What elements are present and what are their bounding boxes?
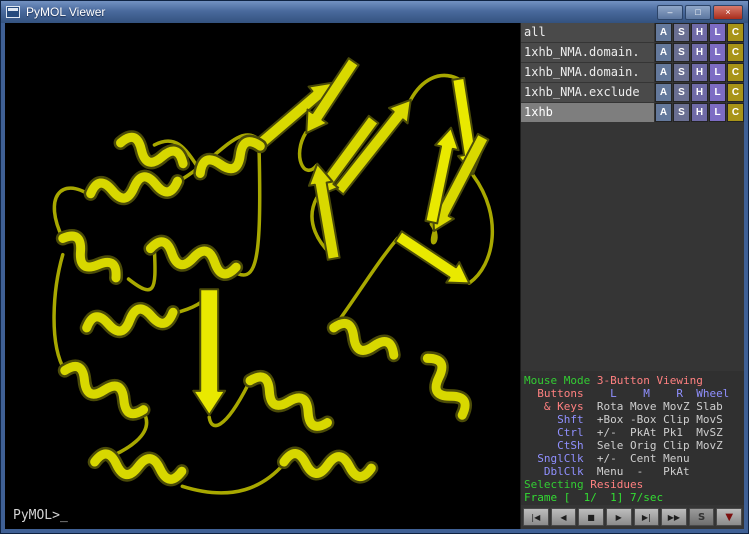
ctsh-label: CtSh: [524, 439, 590, 452]
object-name[interactable]: 1xhb_NMA.domain.: [521, 63, 654, 82]
main-content: PyMOL>_ all A S H L C 1xhb_NMA.domain. A…: [1, 23, 748, 533]
object-row: 1xhb_NMA.domain. A S H L C: [521, 43, 744, 62]
mouse-mode-value: 3-Button Viewing: [597, 374, 703, 387]
snglclk-values: +/- Cent Menu: [590, 452, 689, 465]
window-title: PyMOL Viewer: [26, 5, 105, 19]
app-icon: [6, 6, 20, 18]
action-menu-button[interactable]: A: [655, 43, 672, 62]
scene-button[interactable]: S: [689, 508, 715, 526]
ctrl-label: Ctrl: [524, 426, 590, 439]
show-menu-button[interactable]: S: [673, 63, 690, 82]
label-menu-button[interactable]: L: [709, 103, 726, 122]
keys-label: & Keys: [524, 400, 590, 413]
show-menu-button[interactable]: S: [673, 103, 690, 122]
object-name[interactable]: 1xhb_NMA.exclude: [521, 83, 654, 102]
title-bar[interactable]: PyMOL Viewer – □ ×: [1, 1, 748, 23]
show-menu-button[interactable]: S: [673, 43, 690, 62]
panel-collapse-button[interactable]: ▼: [716, 508, 742, 526]
snglclk-label: SnglClk: [524, 452, 590, 465]
stop-button[interactable]: ■: [578, 508, 604, 526]
ctsh-values: Sele Orig Clip MovZ: [590, 439, 722, 452]
color-menu-button[interactable]: C: [727, 103, 744, 122]
object-panel: all A S H L C 1xhb_NMA.domain. A S H L C…: [520, 23, 744, 529]
cartoon-strands: [193, 55, 493, 415]
show-menu-button[interactable]: S: [673, 83, 690, 102]
action-menu-button[interactable]: A: [655, 23, 672, 42]
step-back-button[interactable]: ◀: [551, 508, 577, 526]
buttons-columns: L M R Wheel: [590, 387, 729, 400]
keys-header-line: & Keys Rota Move MovZ Slab: [524, 400, 741, 413]
step-forward-button[interactable]: ▶|: [634, 508, 660, 526]
hide-menu-button[interactable]: H: [691, 83, 708, 102]
dblclk-row: DblClk Menu - PkAt: [524, 465, 741, 478]
hide-menu-button[interactable]: H: [691, 43, 708, 62]
action-menu-button[interactable]: A: [655, 103, 672, 122]
object-name[interactable]: all: [521, 23, 654, 42]
seek-end-button[interactable]: ▶▶: [661, 508, 687, 526]
color-menu-button[interactable]: C: [727, 83, 744, 102]
dblclk-values: Menu - PkAt: [590, 465, 689, 478]
object-name[interactable]: 1xhb_NMA.domain.: [521, 43, 654, 62]
buttons-label: Buttons: [524, 387, 590, 400]
color-menu-button[interactable]: C: [727, 43, 744, 62]
window-controls: – □ ×: [657, 5, 743, 20]
shift-values: +Box -Box Clip MovS: [590, 413, 722, 426]
minimize-button[interactable]: –: [657, 5, 683, 20]
shift-label: Shft: [524, 413, 590, 426]
selecting-mode-line[interactable]: Selecting Residues: [524, 478, 741, 491]
seek-start-button[interactable]: |◀: [523, 508, 549, 526]
mouse-mode-label: Mouse Mode: [524, 374, 597, 387]
maximize-button[interactable]: □: [685, 5, 711, 20]
object-row: 1xhb_NMA.exclude A S H L C: [521, 83, 744, 102]
object-row: all A S H L C: [521, 23, 744, 42]
ctrl-row: Ctrl +/- PkAt Pk1 MvSZ: [524, 426, 741, 439]
action-menu-button[interactable]: A: [655, 63, 672, 82]
close-button[interactable]: ×: [713, 5, 743, 20]
ctrl-values: +/- PkAt Pk1 MvSZ: [590, 426, 722, 439]
pymol-window: PyMOL Viewer – □ ×: [0, 0, 749, 534]
keys-values: Rota Move MovZ Slab: [590, 400, 722, 413]
mouse-mode-line[interactable]: Mouse Mode 3-Button Viewing: [524, 374, 741, 387]
dblclk-label: DblClk: [524, 465, 590, 478]
object-row-selected: 1xhb A S H L C: [521, 103, 744, 122]
shift-row: Shft +Box -Box Clip MovS: [524, 413, 741, 426]
selecting-value: Residues: [590, 478, 643, 491]
cartoon-helices: [58, 134, 470, 480]
play-button[interactable]: ▶: [606, 508, 632, 526]
protein-cartoon: [5, 23, 520, 529]
label-menu-button[interactable]: L: [709, 43, 726, 62]
frame-counter-line[interactable]: Frame [ 1/ 1] 7/sec: [524, 491, 741, 504]
label-menu-button[interactable]: L: [709, 23, 726, 42]
color-menu-button[interactable]: C: [727, 63, 744, 82]
hide-menu-button[interactable]: H: [691, 103, 708, 122]
buttons-header-line: Buttons L M R Wheel: [524, 387, 741, 400]
snglclk-row: SnglClk +/- Cent Menu: [524, 452, 741, 465]
label-menu-button[interactable]: L: [709, 83, 726, 102]
label-menu-button[interactable]: L: [709, 63, 726, 82]
command-prompt[interactable]: PyMOL>_: [13, 508, 68, 523]
mouse-mode-panel: Mouse Mode 3-Button Viewing Buttons L M …: [521, 371, 744, 505]
hide-menu-button[interactable]: H: [691, 23, 708, 42]
hide-menu-button[interactable]: H: [691, 63, 708, 82]
object-row: 1xhb_NMA.domain. A S H L C: [521, 63, 744, 82]
playback-bar: |◀ ◀ ■ ▶ ▶| ▶▶ S ▼: [521, 505, 744, 529]
selecting-label: Selecting: [524, 478, 590, 491]
viewport-3d[interactable]: PyMOL>_: [5, 23, 520, 529]
show-menu-button[interactable]: S: [673, 23, 690, 42]
color-menu-button[interactable]: C: [727, 23, 744, 42]
ctsh-row: CtSh Sele Orig Clip MovZ: [524, 439, 741, 452]
action-menu-button[interactable]: A: [655, 83, 672, 102]
object-name[interactable]: 1xhb: [521, 103, 654, 122]
